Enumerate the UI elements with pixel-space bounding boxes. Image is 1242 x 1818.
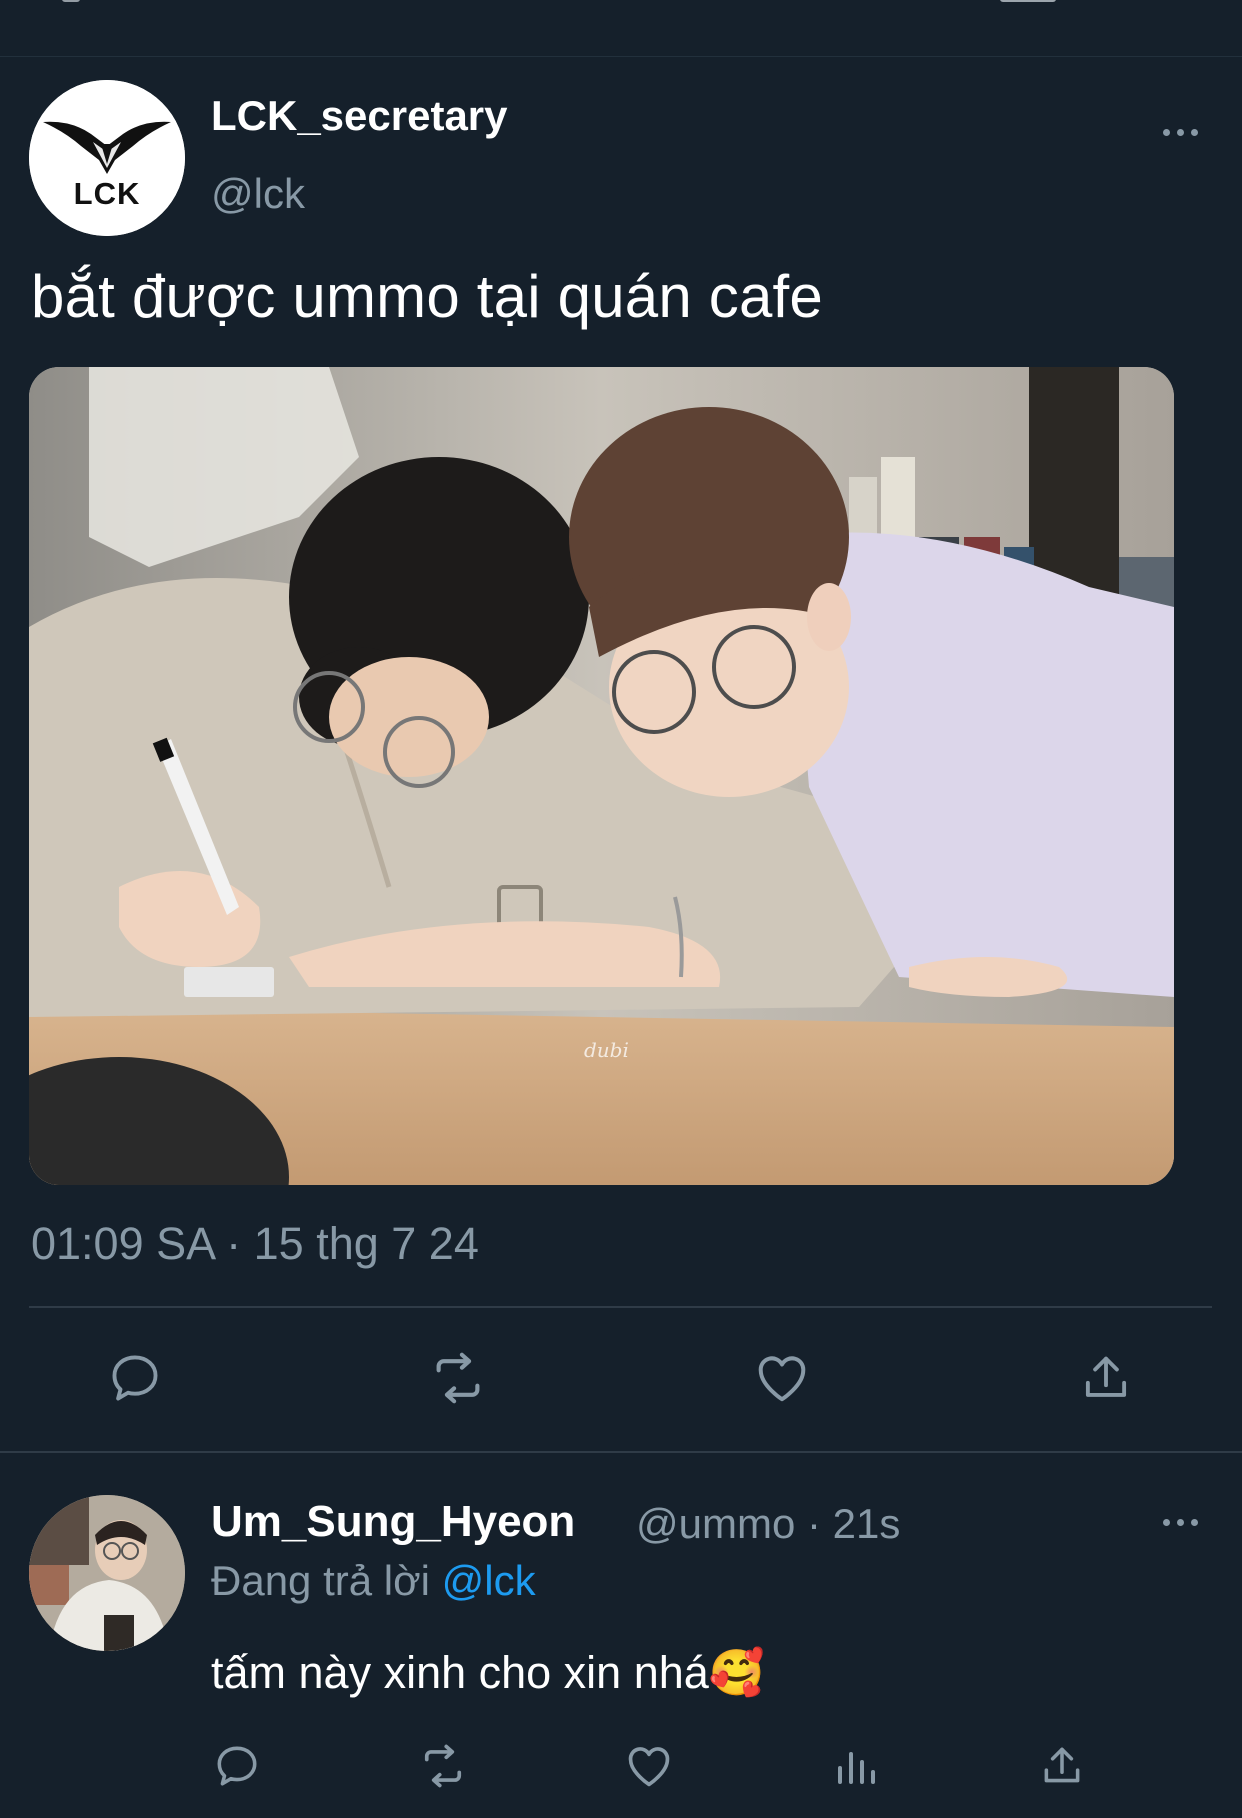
share-icon[interactable]: [1030, 1734, 1094, 1798]
reply-avatar-photo: [29, 1495, 185, 1651]
like-icon[interactable]: [617, 1734, 681, 1798]
replying-prefix: Đang trả lời: [211, 1557, 430, 1604]
share-icon[interactable]: [1074, 1346, 1138, 1410]
divider: [29, 1306, 1212, 1308]
top-navigation-bar: [0, 0, 1242, 57]
svg-text:LCK: LCK: [74, 176, 141, 211]
author-name[interactable]: LCK_secretary: [211, 92, 508, 140]
mention-link[interactable]: @lck: [442, 1557, 536, 1604]
more-options-icon[interactable]: [1155, 120, 1205, 144]
author-avatar[interactable]: LCK: [29, 80, 185, 236]
tweet-photo[interactable]: dubi: [29, 367, 1174, 1185]
tweet-text: bắt được ummo tại quán cafe: [31, 263, 823, 330]
back-arrow-icon[interactable]: [62, 0, 80, 2]
reply-handle-time: @ummo · 21s: [636, 1500, 901, 1547]
reply-text: tấm này xinh cho xin nhá🥰: [211, 1647, 765, 1698]
photo-illustration: dubi: [29, 367, 1174, 1185]
like-icon[interactable]: [750, 1346, 814, 1410]
analytics-icon[interactable]: [824, 1734, 888, 1798]
retweet-icon[interactable]: [411, 1734, 475, 1798]
replying-to-line: Đang trả lời @lck: [211, 1557, 536, 1605]
reply-author-avatar[interactable]: [29, 1495, 185, 1651]
reply-author-name[interactable]: Um_Sung_Hyeon: [211, 1497, 575, 1547]
retweet-icon[interactable]: [426, 1346, 490, 1410]
svg-text:dubi: dubi: [584, 1038, 629, 1062]
header-action-icon[interactable]: [1000, 0, 1056, 2]
reply-icon[interactable]: [103, 1346, 167, 1410]
lck-logo-icon: LCK: [29, 80, 185, 236]
divider: [0, 1451, 1242, 1453]
reply-icon[interactable]: [205, 1734, 269, 1798]
tweet-timestamp[interactable]: 01:09 SA · 15 thg 7 24: [31, 1218, 479, 1270]
author-handle[interactable]: @lck: [211, 170, 305, 218]
reply-more-options-icon[interactable]: [1155, 1510, 1205, 1534]
